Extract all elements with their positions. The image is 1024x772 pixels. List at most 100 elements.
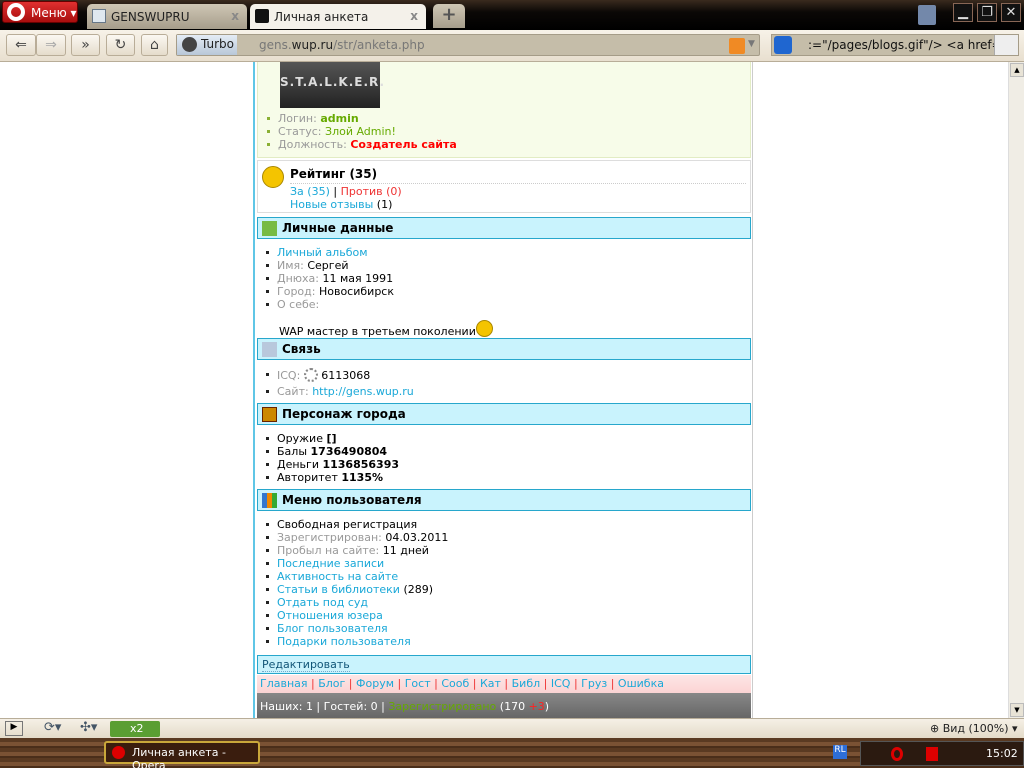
- close-tab-icon[interactable]: x: [410, 9, 418, 23]
- panel-toggle-icon[interactable]: ▶: [5, 721, 23, 736]
- window-title: Личная анкета - Opera: [132, 746, 226, 772]
- votes-for-link[interactable]: За (35): [290, 185, 330, 198]
- edit-bar: Редактировать: [257, 655, 751, 674]
- address-dropdown-icon[interactable]: ▼: [748, 39, 755, 49]
- blog-link[interactable]: Блог пользователя: [277, 622, 388, 635]
- nav-link[interactable]: Форум: [356, 677, 394, 690]
- paren: ): [544, 700, 550, 713]
- points-label: Балы: [277, 445, 308, 458]
- points-item: Балы 1736490804: [257, 445, 751, 458]
- unite-icon[interactable]: ✣▾: [80, 720, 97, 735]
- registered-item: Зарегистрирован: 04.03.2011: [257, 531, 751, 544]
- close-tab-icon[interactable]: x: [231, 9, 239, 23]
- articles-count: (289): [403, 583, 434, 596]
- articles-link[interactable]: Статьи в библиотеки: [277, 583, 400, 596]
- rss-icon[interactable]: [729, 38, 745, 54]
- icq-label: ICQ:: [277, 369, 301, 382]
- ours-link[interactable]: Наших: 1: [260, 700, 313, 713]
- sue-link[interactable]: Отдать под суд: [277, 596, 368, 609]
- album-link[interactable]: Личный альбом: [277, 246, 368, 259]
- edit-link[interactable]: Редактировать: [262, 658, 350, 672]
- swords-icon: [262, 407, 277, 422]
- trash-icon[interactable]: [918, 5, 936, 25]
- nav-link[interactable]: Библ: [512, 677, 541, 690]
- menu-link-item: Блог пользователя: [257, 622, 751, 635]
- relations-link[interactable]: Отношения юзера: [277, 609, 383, 622]
- tab-genswupru[interactable]: GENSWUPRU x: [87, 4, 247, 29]
- grin-smiley-icon: [475, 320, 493, 337]
- gifts-link[interactable]: Подарки пользователя: [277, 635, 411, 648]
- character-list: Оружие [] Балы 1736490804 Деньги 1136856…: [257, 432, 751, 484]
- registered-link[interactable]: Зарегистрировано: [388, 700, 496, 713]
- back-button[interactable]: ⇐: [6, 34, 36, 56]
- recent-posts-link[interactable]: Последние записи: [277, 557, 384, 570]
- address-bar[interactable]: gens.wup.ru/str/anketa.php: [176, 34, 760, 56]
- opera-menu-button[interactable]: Меню ▾: [2, 1, 78, 23]
- restore-button[interactable]: ❐: [977, 3, 997, 22]
- bar-chart-icon: [262, 493, 277, 508]
- menu-label: Меню: [31, 6, 67, 20]
- opera-mail-icon[interactable]: [926, 747, 938, 761]
- users-icon: [262, 221, 277, 236]
- scroll-down-icon[interactable]: ▼: [1010, 703, 1024, 717]
- system-tray: 15:02: [860, 741, 1024, 766]
- tab-anketa[interactable]: Личная анкета x: [250, 4, 426, 29]
- taskbar-opera-window[interactable]: Личная анкета - Opera: [104, 741, 260, 772]
- navigation-toolbar: ⇐ ⇒ » ↻ ⌂ gens.wup.ru/str/anketa.php Tur…: [0, 30, 1024, 62]
- new-count: +3: [528, 700, 545, 713]
- page-viewport: S.T.A.L.K.E.R. Логин: admin Статус: Злой…: [0, 62, 1008, 718]
- nav-link[interactable]: Ошибка: [618, 677, 664, 690]
- section-title: Личные данные: [282, 221, 394, 235]
- scroll-up-icon[interactable]: ▲: [1010, 63, 1024, 77]
- nav-separator: |: [345, 677, 357, 690]
- nav-link[interactable]: Главная: [260, 677, 308, 690]
- nav-separator: |: [570, 677, 582, 690]
- sync-icon[interactable]: ⟳▾: [44, 720, 61, 735]
- contact-list: ICQ: 6113068 Сайт: http://gens.wup.ru: [257, 368, 751, 398]
- nav-link[interactable]: Груз: [581, 677, 607, 690]
- turbo-button[interactable]: Turbo: [177, 35, 237, 55]
- nav-link[interactable]: Гост: [405, 677, 431, 690]
- minimize-button[interactable]: ▁: [953, 3, 973, 22]
- site-link[interactable]: http://gens.wup.ru: [312, 385, 414, 398]
- login-item: Логин: admin: [258, 112, 457, 125]
- angel-smiley-icon: [262, 166, 284, 188]
- nav-link[interactable]: Кат: [480, 677, 501, 690]
- search-icon[interactable]: [994, 35, 1018, 55]
- nav-link[interactable]: Блог: [318, 677, 345, 690]
- nav-link[interactable]: Сооб: [441, 677, 469, 690]
- opera-tray-icon[interactable]: [891, 747, 903, 761]
- nav-link[interactable]: ICQ: [551, 677, 571, 690]
- zoom-control[interactable]: ⊕ Вид (100%) ▾: [930, 722, 1018, 735]
- guests-link[interactable]: Гостей: 0: [324, 700, 378, 713]
- home-button[interactable]: ⌂: [141, 34, 168, 56]
- turbo-status[interactable]: x2: [110, 721, 160, 737]
- reload-button[interactable]: ↻: [106, 34, 135, 56]
- rating-title: Рейтинг (35): [290, 167, 378, 181]
- fast-forward-button[interactable]: »: [71, 34, 100, 56]
- money-value: 1136856393: [322, 458, 400, 471]
- weapon-value: []: [326, 432, 337, 445]
- authority-label: Авторитет: [277, 471, 338, 484]
- activity-link[interactable]: Активность на сайте: [277, 570, 398, 583]
- vertical-scrollbar[interactable]: ▲ ▼: [1008, 62, 1024, 718]
- close-window-button[interactable]: ✕: [1001, 3, 1021, 22]
- search-input[interactable]: :="/pages/blogs.gif"/> <a href="../bl: [771, 34, 1019, 56]
- search-value: :="/pages/blogs.gif"/> <a href="../bl: [808, 38, 1019, 52]
- time-item: Пробыл на сайте: 11 дней: [257, 544, 751, 557]
- position-value: Создатель сайта: [350, 138, 457, 151]
- bday-item: Днюха: 11 мая 1991: [257, 272, 751, 285]
- bday-value: 11 мая 1991: [322, 272, 394, 285]
- forward-button[interactable]: ⇒: [36, 34, 66, 56]
- new-reviews-link[interactable]: Новые отзывы: [290, 198, 373, 211]
- taskbar: Личная анкета - Opera RL 15:02: [0, 738, 1024, 772]
- city-value: Новосибирск: [318, 285, 394, 298]
- votes-against-link[interactable]: Против (0): [341, 185, 402, 198]
- user-menu-list: Свободная регистрация Зарегистрирован: 0…: [257, 518, 751, 648]
- nav-separator: |: [307, 677, 319, 690]
- new-tab-button[interactable]: +: [433, 4, 465, 28]
- language-indicator[interactable]: RL: [833, 745, 847, 759]
- registered-label: Зарегистрирован:: [277, 531, 382, 544]
- login-label: Логин:: [278, 112, 317, 125]
- about-label: О себе:: [277, 298, 320, 311]
